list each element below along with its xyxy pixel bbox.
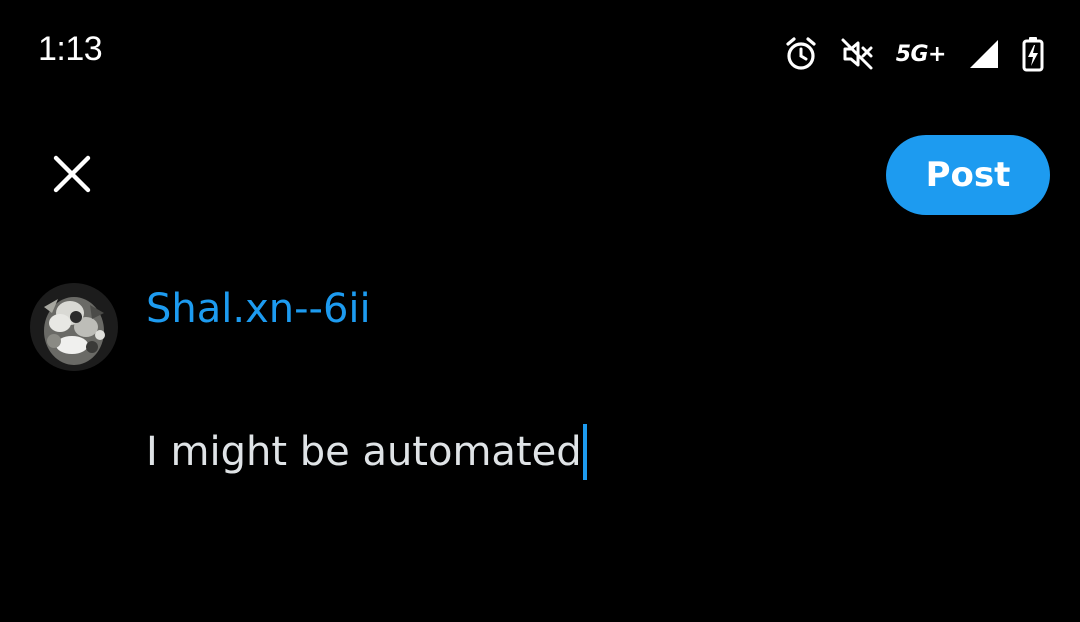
status-icons: 5G+ (784, 34, 1044, 74)
network-5g-icon: 5G+ (895, 41, 947, 67)
close-button[interactable] (44, 148, 100, 204)
signal-icon (968, 38, 1000, 70)
text-caret (582, 424, 587, 480)
alarm-icon (784, 36, 818, 72)
close-icon (52, 154, 92, 198)
author-account-selector[interactable]: Shal.xn--6ii (146, 286, 371, 332)
post-button[interactable]: Post (886, 135, 1050, 215)
status-time: 1:13 (38, 30, 103, 68)
compose-input[interactable]: I might be automated (146, 422, 1026, 482)
avatar[interactable] (30, 283, 118, 371)
mute-icon (840, 37, 874, 71)
battery-charging-icon (1022, 36, 1044, 72)
compose-text: I might be automated (146, 429, 582, 475)
status-bar: 1:13 5G+ (0, 0, 1080, 100)
